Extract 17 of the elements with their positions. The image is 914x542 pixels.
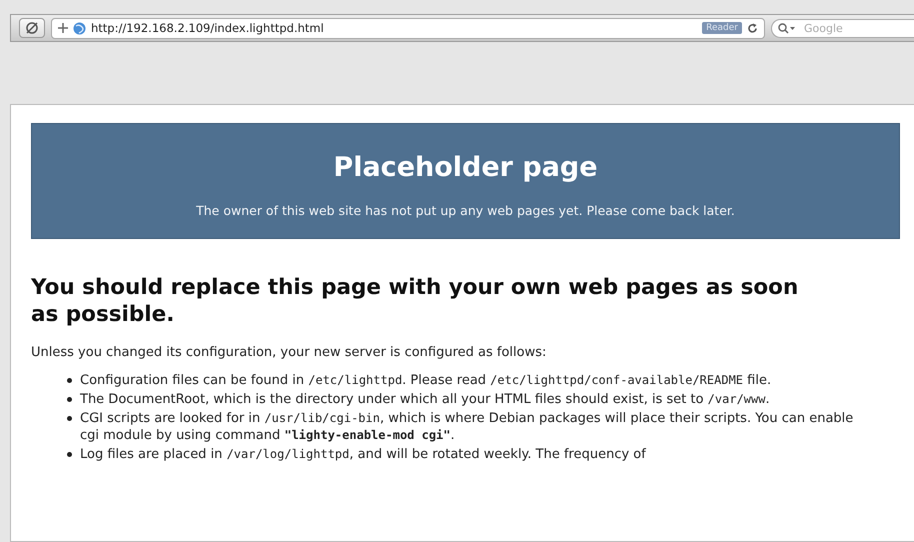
page-heading: You should replace this page with your own web pages as soon as possible. [31, 275, 800, 329]
plus-icon[interactable] [58, 23, 68, 33]
list-item-text: CGI scripts are looked for in /usr/lib/cgi-bin, which is where Debian packages will place their scripts. You can enable cgi module by using command "lighty-enable-mod cgi". [80, 410, 854, 444]
bullet-icon [67, 378, 72, 383]
banner-subtitle: The owner of this web site has not put up any web pages yet. Please come back later. [196, 203, 735, 218]
list-item-text: Log files are placed in /var/log/lighttpd, and will be rotated weekly. The frequency of [80, 446, 646, 463]
search-field[interactable]: Google [771, 18, 914, 38]
address-bar[interactable]: http://192.168.2.109/index.lighttpd.html Reader [51, 18, 765, 38]
reload-icon[interactable] [747, 22, 758, 34]
bullet-icon [67, 452, 72, 457]
intro-text: Unless you changed its configuration, your new server is configured as follows: [31, 344, 548, 360]
bullet-icon [67, 396, 72, 402]
bullet-icon [67, 416, 72, 421]
url-text: http://192.168.2.109/index.lighttpd.html [91, 21, 325, 35]
banner-title: Placeholder page [333, 152, 598, 183]
list-item-text: The DocumentRoot, which is the directory under which all your HTML files should exist, is set to /var/www. [80, 390, 770, 408]
list-item-text: Configuration files can be found in /etc/lighttpd. Please read /etc/lighttpd/conf-available/README file. [80, 372, 772, 389]
